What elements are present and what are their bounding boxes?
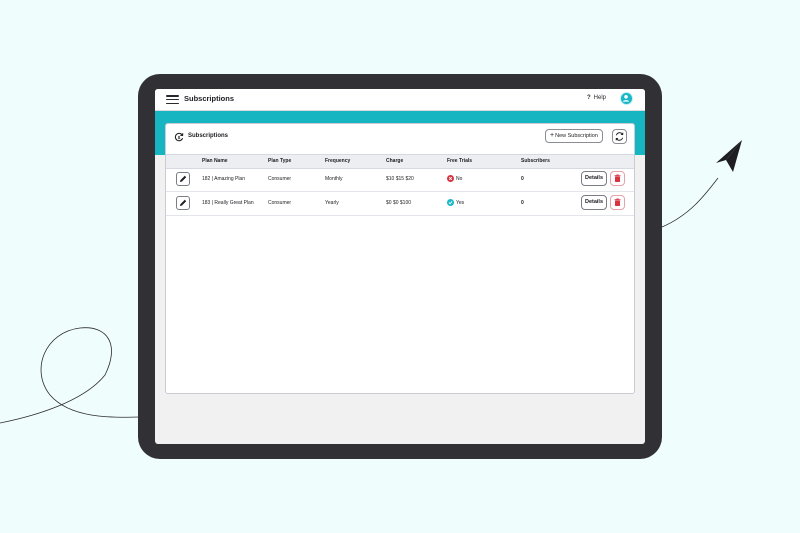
decorative-plane-trail: [661, 177, 719, 228]
plan-type-cell: Consumer: [268, 200, 292, 206]
charge-cell: $0 $0 $100: [386, 200, 412, 206]
refresh-button[interactable]: [612, 129, 627, 144]
top-bar: Subscriptions ? Help: [155, 89, 645, 111]
column-header-free-trials[interactable]: Free Trials: [447, 158, 472, 164]
details-button[interactable]: Details: [581, 195, 607, 210]
free-trials-cell: No: [447, 175, 462, 182]
details-button[interactable]: Details: [581, 171, 607, 186]
delete-button[interactable]: [610, 171, 625, 186]
delete-button[interactable]: [610, 195, 625, 210]
trash-icon: [614, 198, 621, 206]
free-trials-value: Yes: [456, 199, 465, 206]
help-link[interactable]: ? Help: [587, 95, 606, 101]
subscribers-cell: 0: [521, 176, 524, 182]
free-trials-value: No: [456, 175, 463, 182]
tablet-frame: Subscriptions ? Help $ Subscriptions +Ne…: [138, 74, 662, 459]
column-header-plan-name[interactable]: Plan Name: [202, 158, 228, 164]
plan-name-cell: 182 | Amazing Plan: [202, 176, 245, 182]
table-row: 183 | Really Great Plan Consumer Yearly …: [166, 192, 634, 216]
subscriptions-panel: $ Subscriptions +New Subscription Plan N…: [165, 123, 635, 394]
new-subscription-button[interactable]: +New Subscription: [545, 129, 603, 143]
column-header-subscribers[interactable]: Subscribers: [521, 158, 550, 164]
column-header-charge[interactable]: Charge: [386, 158, 403, 164]
table-row: 182 | Amazing Plan Consumer Monthly $10 …: [166, 168, 634, 192]
panel-header: $ Subscriptions +New Subscription: [166, 124, 634, 154]
refresh-icon: [615, 132, 624, 141]
app-title: Subscriptions: [184, 94, 235, 103]
trash-icon: [614, 174, 621, 182]
x-circle-icon: [447, 175, 454, 182]
edit-button[interactable]: [176, 196, 190, 210]
subscribers-cell: 0: [521, 200, 524, 206]
paper-plane-icon: [716, 140, 742, 172]
frequency-cell: Monthly: [325, 176, 343, 182]
check-circle-icon: [447, 199, 454, 206]
frequency-cell: Yearly: [325, 200, 339, 206]
free-trials-cell: Yes: [447, 199, 464, 206]
plan-name-cell: 183 | Really Great Plan: [202, 200, 254, 206]
plan-type-cell: Consumer: [268, 176, 292, 182]
panel-title: Subscriptions: [188, 133, 229, 139]
column-header-frequency[interactable]: Frequency: [325, 158, 350, 164]
decorative-loop-line: [0, 327, 141, 424]
charge-cell: $10 $15 $20: [386, 176, 414, 182]
edit-button[interactable]: [176, 172, 190, 186]
help-label: Help: [593, 95, 607, 101]
user-avatar-icon[interactable]: [620, 92, 633, 105]
subscription-cycle-icon: $: [174, 132, 184, 142]
new-subscription-label: New Subscription: [555, 133, 598, 139]
column-header-plan-type[interactable]: Plan Type: [268, 158, 291, 164]
pencil-icon: [180, 199, 187, 206]
pencil-icon: [180, 175, 187, 182]
app-screen: Subscriptions ? Help $ Subscriptions +Ne…: [155, 89, 645, 444]
question-icon: ?: [587, 95, 591, 101]
plus-icon: +: [550, 132, 555, 139]
table-header: Plan Name Plan Type Frequency Charge Fre…: [166, 154, 634, 169]
hamburger-icon[interactable]: [166, 95, 179, 105]
